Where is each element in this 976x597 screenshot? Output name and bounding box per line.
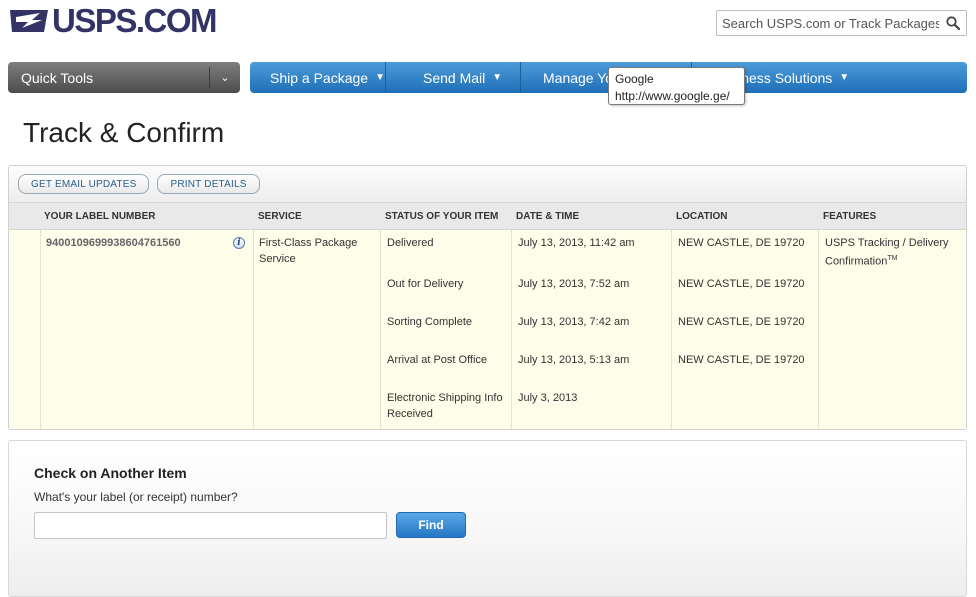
label-number-prompt: What's your label (or receipt) number? xyxy=(34,490,238,504)
event-date: July 13, 2013, 7:52 am xyxy=(518,278,630,290)
header-service: SERVICE xyxy=(258,211,302,222)
event-status: Delivered xyxy=(387,237,434,249)
column-divider xyxy=(253,230,254,429)
column-divider xyxy=(40,230,41,429)
nav-ship-a-package[interactable]: Ship a Package ▼ xyxy=(250,62,385,93)
tracking-results-panel: GET EMAIL UPDATES PRINT DETAILS YOUR LAB… xyxy=(8,165,967,430)
header-location: LOCATION xyxy=(676,211,728,222)
service-line: Service xyxy=(259,253,296,265)
header-date-time: DATE & TIME xyxy=(516,211,580,222)
link-tooltip: Google http://www.google.ge/ xyxy=(608,67,745,105)
eagle-logo-icon xyxy=(10,10,48,32)
check-another-item-panel: Check on Another Item What's your label … xyxy=(8,440,967,597)
service-value: First-Class Package Service xyxy=(259,235,357,267)
tooltip-title: Google xyxy=(615,72,654,86)
get-email-updates-button[interactable]: GET EMAIL UPDATES xyxy=(18,174,150,194)
label-number-value: 9400109699938604761560 xyxy=(46,237,181,249)
column-divider xyxy=(380,230,381,429)
page-title: Track & Confirm xyxy=(23,117,225,148)
tooltip-url: http://www.google.ge/ xyxy=(615,89,730,103)
features-value: USPS Tracking / Delivery ConfirmationTM xyxy=(825,235,948,270)
event-date: July 13, 2013, 11:42 am xyxy=(518,237,635,249)
trademark-mark: TM xyxy=(887,255,898,262)
nav-item-label: Manage Yo xyxy=(543,69,614,86)
table-header: YOUR LABEL NUMBER SERVICE STATUS OF YOUR… xyxy=(9,203,966,230)
find-button[interactable]: Find xyxy=(396,512,466,538)
features-line: ConfirmationTM xyxy=(825,251,948,270)
event-location: NEW CASTLE, DE 19720 xyxy=(678,278,805,290)
label-number-input[interactable] xyxy=(34,512,387,539)
search-box[interactable] xyxy=(716,10,967,36)
header-label-number: YOUR LABEL NUMBER xyxy=(44,211,156,222)
features-line: USPS Tracking / Delivery xyxy=(825,237,949,249)
nav-send-mail[interactable]: Send Mail ▼ xyxy=(386,62,520,93)
table-row: 9400109699938604761560 i First-Class Pac… xyxy=(9,230,966,429)
service-line: First-Class Package xyxy=(259,237,358,249)
event-location: NEW CASTLE, DE 19720 xyxy=(678,354,805,366)
column-divider xyxy=(818,230,819,429)
nav-item-label: Ship a Package xyxy=(270,69,369,86)
event-status: Arrival at Post Office xyxy=(387,354,488,366)
nav-item-label: Send Mail xyxy=(423,69,486,86)
header-features: FEATURES xyxy=(823,211,877,222)
event-date: July 3, 2013 xyxy=(518,392,578,404)
event-status-line: Electronic Shipping Info xyxy=(387,392,503,404)
event-location: NEW CASTLE, DE 19720 xyxy=(678,237,805,249)
usps-logo[interactable]: USPS.COM xyxy=(10,2,218,39)
chevron-down-icon: ▼ xyxy=(375,72,385,83)
search-icon[interactable] xyxy=(946,16,960,30)
event-status: Electronic Shipping Info Received xyxy=(387,390,503,422)
logo-text: USPS.COM xyxy=(52,2,218,39)
chevron-down-icon: ▼ xyxy=(839,72,850,83)
features-line-text: Confirmation xyxy=(825,255,888,268)
column-divider xyxy=(671,230,672,429)
event-date: July 13, 2013, 7:42 am xyxy=(518,316,630,328)
check-another-heading: Check on Another Item xyxy=(34,465,187,481)
results-toolbar: GET EMAIL UPDATES PRINT DETAILS xyxy=(9,166,966,203)
header-status: STATUS OF YOUR ITEM xyxy=(385,211,499,222)
info-icon[interactable]: i xyxy=(233,237,245,249)
quick-tools-menu[interactable]: Quick Tools ⌄ xyxy=(8,62,240,93)
event-status: Out for Delivery xyxy=(387,278,464,290)
chevron-down-icon: ▼ xyxy=(492,72,503,83)
quick-tools-label: Quick Tools xyxy=(21,69,94,86)
search-input[interactable] xyxy=(717,12,939,34)
event-date: July 13, 2013, 5:13 am xyxy=(518,354,630,366)
event-status-line: Received xyxy=(387,408,433,420)
event-location: NEW CASTLE, DE 19720 xyxy=(678,316,805,328)
print-details-button[interactable]: PRINT DETAILS xyxy=(157,174,260,194)
column-divider xyxy=(511,230,512,429)
chevron-down-icon[interactable]: ⌄ xyxy=(210,71,240,84)
event-status: Sorting Complete xyxy=(387,316,472,328)
